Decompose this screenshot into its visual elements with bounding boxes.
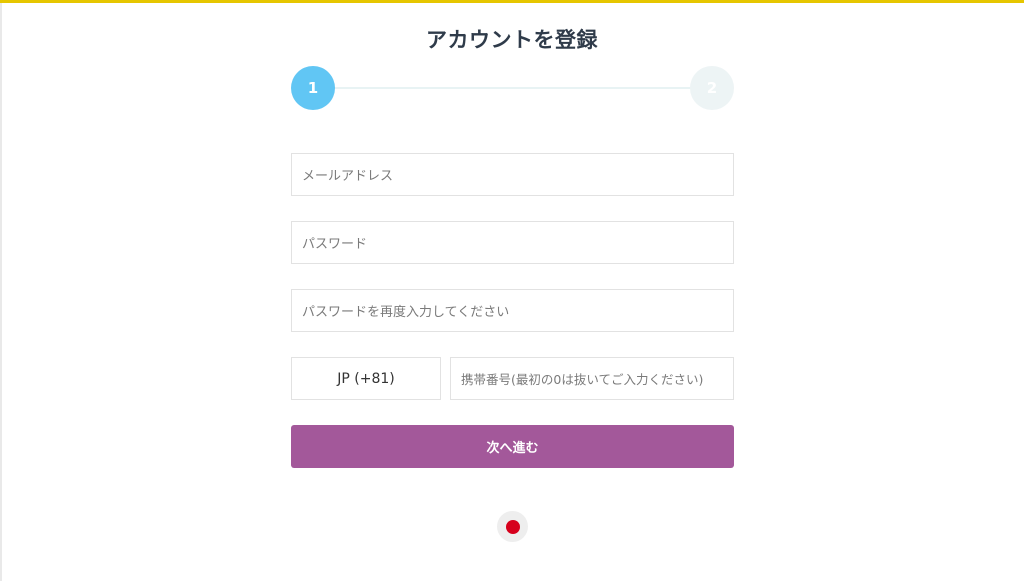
email-field[interactable]: メールアドレス bbox=[291, 153, 734, 196]
left-edge-border bbox=[0, 3, 2, 581]
next-button[interactable]: 次へ進む bbox=[291, 425, 734, 468]
stepper-progress-line bbox=[313, 87, 712, 89]
step-2-indicator: 2 bbox=[690, 66, 734, 110]
language-switcher[interactable] bbox=[497, 511, 528, 542]
password-field[interactable]: パスワード bbox=[291, 221, 734, 264]
page-title: アカウントを登録 bbox=[426, 28, 598, 52]
country-code-select[interactable]: JP (+81) bbox=[291, 357, 441, 400]
password-confirm-field[interactable]: パスワードを再度入力してください bbox=[291, 289, 734, 332]
japan-flag-icon bbox=[505, 519, 520, 534]
top-accent-bar bbox=[0, 0, 1024, 3]
phone-number-field[interactable]: 携帯番号(最初の0は抜いてご入力ください) bbox=[450, 357, 734, 400]
step-1-indicator: 1 bbox=[291, 66, 335, 110]
registration-stepper: 1 2 bbox=[291, 66, 734, 110]
